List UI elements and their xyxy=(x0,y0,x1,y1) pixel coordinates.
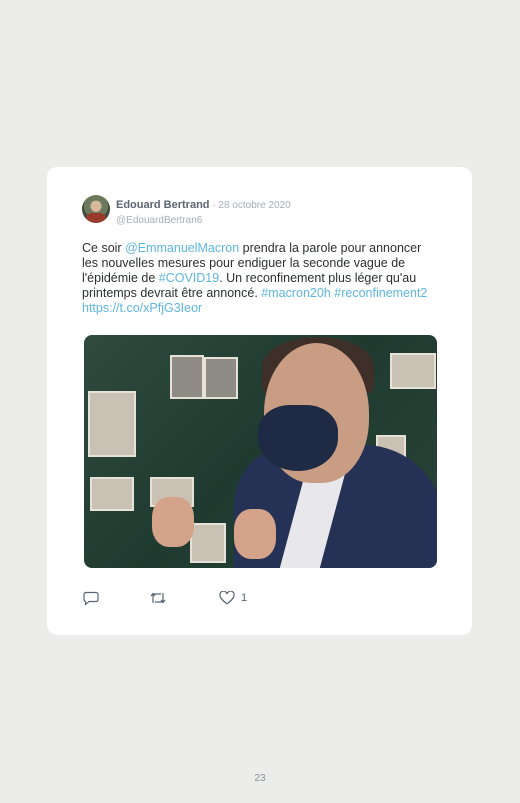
tweet-text: Ce soir @EmmanuelMacron prendra la parol… xyxy=(82,241,437,316)
tweet-date[interactable]: 28 octobre 2020 xyxy=(218,200,290,211)
hashtag-link[interactable]: #reconfinement2 xyxy=(334,286,427,300)
retweet-button[interactable] xyxy=(149,591,167,605)
hashtag-link[interactable]: #COVID19 xyxy=(159,271,219,285)
like-button[interactable]: 1 xyxy=(219,591,247,605)
mention-link[interactable]: @EmmanuelMacron xyxy=(125,241,239,255)
author-name[interactable]: Edouard Bertrand xyxy=(116,199,210,211)
heart-icon xyxy=(219,591,235,605)
text-segment: Ce soir xyxy=(82,241,126,255)
like-count: 1 xyxy=(241,592,248,604)
tweet-card: Edouard Bertrand · 28 octobre 2020 @Edou… xyxy=(47,167,472,635)
url-link[interactable]: https://t.co/xPfjG3Ieor xyxy=(82,301,202,315)
author-meta: Edouard Bertrand · 28 octobre 2020 @Edou… xyxy=(116,195,291,226)
reply-icon xyxy=(83,591,99,606)
avatar[interactable] xyxy=(82,195,110,223)
hashtag-link[interactable]: #macron20h xyxy=(261,286,331,300)
reply-button[interactable] xyxy=(83,591,99,606)
author-handle[interactable]: @EdouardBertran6 xyxy=(116,215,291,226)
tweet-photo[interactable] xyxy=(84,335,437,568)
retweet-icon xyxy=(149,591,167,605)
page-number: 23 xyxy=(254,773,266,784)
